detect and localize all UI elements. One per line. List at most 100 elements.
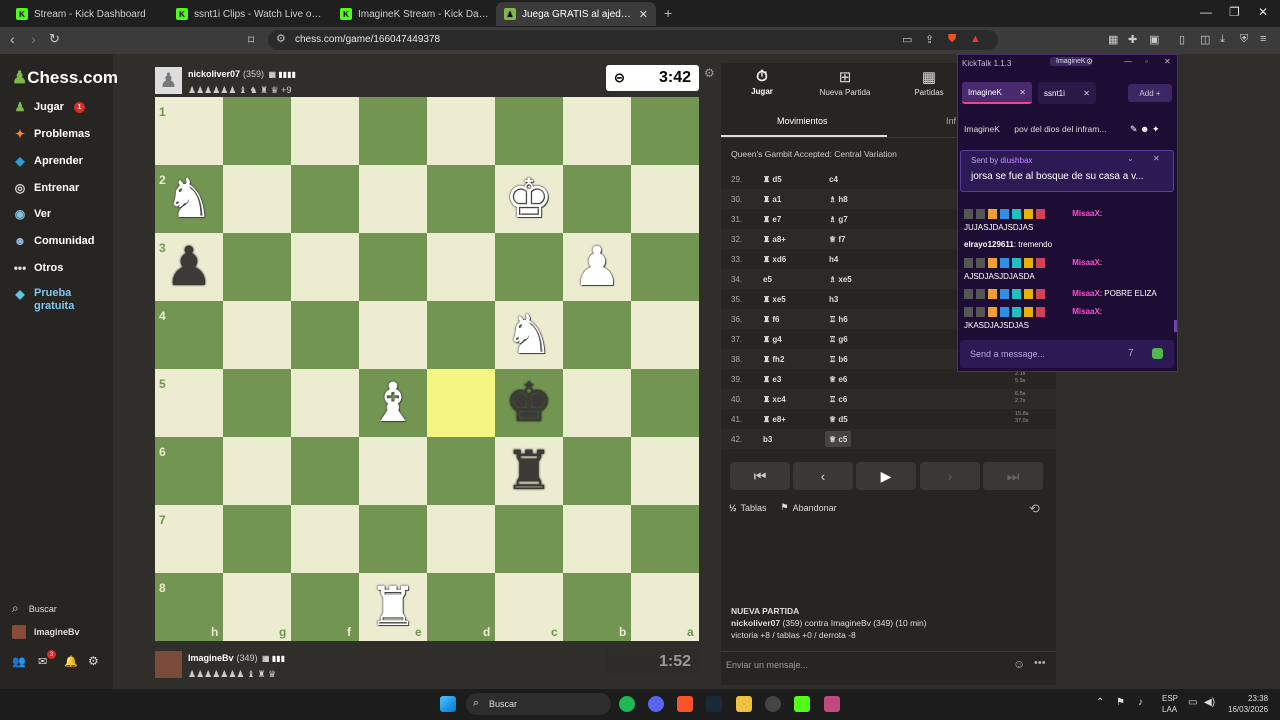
board-square[interactable]: [563, 369, 631, 437]
chat-tab-imaginek[interactable]: ImagineK ✕: [962, 82, 1032, 104]
minimize-icon[interactable]: —: [1124, 57, 1132, 66]
board-square[interactable]: [631, 505, 699, 573]
black-move[interactable]: ♗ xe5: [829, 275, 852, 284]
board-square[interactable]: [427, 97, 495, 165]
white-move[interactable]: ♜ g4: [763, 335, 782, 344]
prev-move-button[interactable]: ‹: [793, 462, 853, 490]
board-settings-icon[interactable]: ⚙: [704, 66, 715, 80]
browser-tab[interactable]: K ssnt1i Clips - Watch Live on Kick: [168, 2, 333, 26]
sidebar-search[interactable]: ⌕ Buscar: [12, 601, 57, 616]
tray-app-icon[interactable]: ⚑: [1116, 697, 1125, 708]
player-name[interactable]: ImagineBv: [188, 653, 234, 663]
board-square[interactable]: [495, 505, 563, 573]
draw-button[interactable]: Tablas: [741, 503, 767, 513]
tab-nueva-partida[interactable]: ⊞ Nueva Partida: [810, 68, 880, 97]
black-move[interactable]: ♖ b6: [829, 355, 848, 364]
black-move[interactable]: ♖ c6: [829, 395, 847, 404]
taskbar-search[interactable]: ⌕ Buscar: [466, 693, 611, 715]
board-square[interactable]: [291, 97, 359, 165]
black-move[interactable]: ♕ d5: [829, 415, 848, 424]
board-square[interactable]: [291, 437, 359, 505]
sidebar-item-ver[interactable]: ◉ Ver: [12, 207, 51, 221]
board-square[interactable]: [495, 97, 563, 165]
reload-icon[interactable]: ↻: [49, 31, 60, 47]
board-square[interactable]: [359, 301, 427, 369]
kicktalk-send-input[interactable]: Send a message... 7: [960, 340, 1174, 368]
board-square[interactable]: [563, 505, 631, 573]
board-square[interactable]: [427, 165, 495, 233]
brave-icon[interactable]: [677, 696, 693, 712]
white-move[interactable]: b3: [763, 435, 772, 444]
white-move[interactable]: ♜ xc4: [763, 395, 786, 404]
white-move[interactable]: ♜ a8+: [763, 235, 786, 244]
white-move[interactable]: ♜ a1: [763, 195, 781, 204]
resign-button[interactable]: Abandonar: [793, 503, 837, 513]
black-move[interactable]: ♕ f7: [829, 235, 846, 244]
tab-movimientos[interactable]: Movimientos: [777, 116, 828, 126]
board-square[interactable]: [631, 165, 699, 233]
board-square[interactable]: [427, 437, 495, 505]
board-square[interactable]: [359, 97, 427, 165]
board-square[interactable]: [563, 165, 631, 233]
avatar[interactable]: [155, 650, 182, 678]
board-square[interactable]: [291, 165, 359, 233]
file-explorer-icon[interactable]: [736, 696, 752, 712]
extension-icon[interactable]: ▦: [1108, 33, 1118, 46]
board-square[interactable]: [359, 437, 427, 505]
board-square[interactable]: [359, 165, 427, 233]
download-icon[interactable]: ⤓: [1220, 33, 1225, 46]
white-king-icon[interactable]: ♚: [495, 165, 563, 233]
tray-chevron-icon[interactable]: ⌃: [1096, 697, 1104, 708]
windows-start-icon[interactable]: [440, 696, 456, 712]
white-move[interactable]: ♜ xe5: [763, 295, 786, 304]
close-tab-icon[interactable]: ✕: [1083, 89, 1090, 98]
board-square[interactable]: [631, 369, 699, 437]
settings-gear-icon[interactable]: ⚙: [1086, 57, 1093, 66]
board-square[interactable]: [495, 233, 563, 301]
opening-name[interactable]: Queen's Gambit Accepted: Central Variati…: [731, 149, 897, 159]
white-bishop-icon[interactable]: ♝: [359, 369, 427, 437]
close-tab-icon[interactable]: ✕: [639, 8, 648, 21]
board-square[interactable]: [427, 369, 495, 437]
play-button[interactable]: ▶: [856, 462, 916, 490]
kick-emote-icon[interactable]: [1152, 348, 1163, 359]
board-square[interactable]: [291, 301, 359, 369]
mail-icon[interactable]: ✉: [38, 655, 47, 668]
board-square[interactable]: [563, 301, 631, 369]
board-square[interactable]: [223, 97, 291, 165]
tab-search-icon[interactable]: ▣: [1149, 33, 1159, 46]
close-icon[interactable]: ✕: [1164, 57, 1171, 66]
sidebar-item-entrenar[interactable]: ◎ Entrenar: [12, 181, 80, 195]
white-pawn-icon[interactable]: ♟: [563, 233, 631, 301]
chat-user[interactable]: MisaaX: [1072, 289, 1100, 298]
board-square[interactable]: [427, 505, 495, 573]
black-move[interactable]: ♕ e6: [829, 375, 847, 384]
player-link[interactable]: nickoliver07: [731, 618, 780, 628]
cast-icon[interactable]: ▭: [902, 33, 912, 46]
white-move[interactable]: ♜ e8+: [763, 415, 786, 424]
board-square[interactable]: [427, 301, 495, 369]
last-move-button[interactable]: ⏭: [983, 462, 1043, 490]
board-square[interactable]: [223, 505, 291, 573]
board-square[interactable]: [223, 165, 291, 233]
board-square[interactable]: [631, 437, 699, 505]
new-tab-icon[interactable]: +: [664, 5, 672, 21]
clock-time[interactable]: 23:38: [1248, 694, 1268, 703]
board-square[interactable]: [223, 233, 291, 301]
puzzle-extensions-icon[interactable]: ✚: [1128, 33, 1137, 46]
tab-jugar[interactable]: ⏱ Jugar: [727, 68, 797, 96]
board-square[interactable]: [223, 301, 291, 369]
sidebar-item-otros[interactable]: ••• Otros: [12, 261, 64, 275]
board-square[interactable]: [291, 369, 359, 437]
board-square[interactable]: [291, 505, 359, 573]
menu-icon[interactable]: ≡: [1260, 33, 1266, 45]
tab-info[interactable]: Inf: [946, 116, 956, 126]
friends-icon[interactable]: 👥: [12, 655, 26, 668]
tab-partidas[interactable]: ▦ Partidas: [894, 68, 964, 97]
board-square[interactable]: [223, 369, 291, 437]
black-move[interactable]: ♗ g7: [829, 215, 848, 224]
close-tab-icon[interactable]: ✕: [1019, 88, 1026, 97]
first-move-button[interactable]: ⏮: [730, 462, 790, 490]
white-move[interactable]: ♜ d5: [763, 175, 782, 184]
language-indicator[interactable]: ESP: [1162, 694, 1178, 703]
